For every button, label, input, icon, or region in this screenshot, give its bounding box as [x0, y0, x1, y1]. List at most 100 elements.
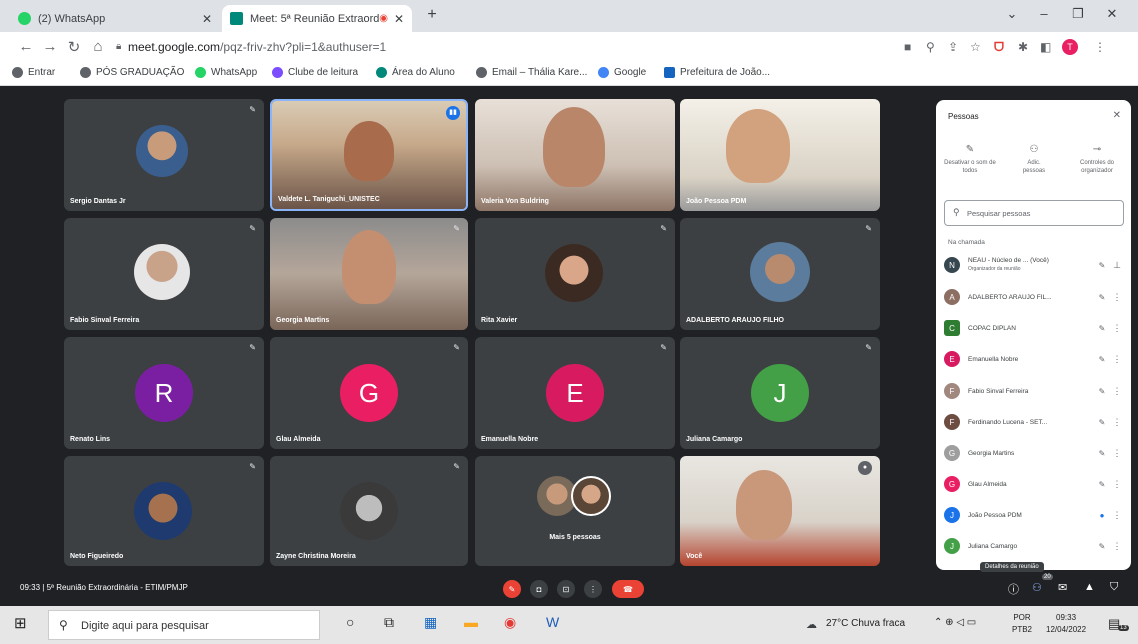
bookmark-item[interactable]: Email – Thália Kare...	[476, 67, 587, 78]
cortana-icon[interactable]: ○	[346, 614, 354, 630]
minimize-button[interactable]: –	[1030, 6, 1058, 21]
person-row[interactable]: J João Pessoa PDM ● ⋮	[944, 502, 1124, 528]
bookmark-item[interactable]: Prefeitura de João...	[664, 67, 770, 78]
zoom-icon[interactable]: ⚲	[926, 40, 935, 54]
participant-tile[interactable]: ✎ Georgia Martins	[270, 218, 468, 330]
bookmark-item[interactable]: PÓS GRADUAÇÃO	[80, 67, 184, 78]
activities-icon[interactable]: ▲	[1084, 581, 1095, 593]
language-indicator[interactable]: POR PTB2	[1012, 612, 1032, 636]
url-field[interactable]: meet.google.com/pqz-friv-zhv?pli=1&authu…	[128, 40, 386, 54]
host-controls-button[interactable]: ⊸ Controles do organizador	[1066, 144, 1128, 175]
participant-tile[interactable]: ✎ Fabio Sinval Ferreira	[64, 218, 264, 330]
person-row[interactable]: J Juliana Camargo ✎ ⋮	[944, 533, 1124, 559]
bookmark-item[interactable]: WhatsApp	[195, 67, 257, 78]
more-options-icon[interactable]: ⋮	[1110, 323, 1124, 334]
more-options-icon[interactable]: ⋮	[1110, 541, 1124, 552]
tab-meet[interactable]: Meet: 5ª Reunião Extraordin ◉ ✕	[222, 5, 412, 32]
participant-tile[interactable]: ▮▮ Valdete L. Taniguchi_UNISTEC	[270, 99, 468, 211]
tab-search-icon[interactable]: ⌄	[998, 6, 1026, 22]
chat-icon[interactable]: ✉	[1058, 581, 1067, 594]
person-row[interactable]: A ADALBERTO ARAUJO FIL... ✎ ⋮	[944, 284, 1124, 310]
person-name: Glau Almeida	[968, 480, 1007, 488]
menu-icon[interactable]: ⋮	[1094, 40, 1106, 54]
info-icon[interactable]: ⓘ	[1008, 581, 1019, 597]
add-people-button[interactable]: ⚇ Adic. pessoas	[1008, 144, 1060, 175]
participant-tile[interactable]: ● Você	[680, 456, 880, 566]
extension-icon[interactable]: ᗜ	[994, 40, 1004, 55]
participant-name: Emanuella Nobre	[481, 436, 539, 443]
person-row[interactable]: G Glau Almeida ✎ ⋮	[944, 471, 1124, 497]
more-options-icon[interactable]: ⋮	[1110, 417, 1124, 428]
participant-tile[interactable]: Valeria Von Buldring	[475, 99, 675, 211]
person-row[interactable]: G Georgia Martins ✎ ⋮	[944, 440, 1124, 466]
person-row[interactable]: F Fabio Sinval Ferreira ✎ ⋮	[944, 378, 1124, 404]
maximize-button[interactable]: ❐	[1064, 6, 1092, 22]
more-options-icon[interactable]: ⋮	[1110, 354, 1124, 365]
participant-tile[interactable]: Mais 5 pessoas	[475, 456, 675, 566]
close-icon[interactable]: ✕	[1113, 110, 1121, 121]
participant-tile[interactable]: João Pessoa PDM	[680, 99, 880, 211]
more-options-icon[interactable]: ⋮	[1110, 479, 1124, 490]
participant-tile[interactable]: ✎ Neto Figueiredo	[64, 456, 264, 566]
mute-all-button[interactable]: ✎ Desativar o som de todos	[942, 144, 998, 175]
participant-tile[interactable]: G ✎ Glau Almeida	[270, 337, 468, 449]
calculator-icon[interactable]: ▦	[424, 614, 437, 631]
avatar: F	[944, 383, 960, 399]
participant-name: Zayne Christina Moreira	[276, 553, 356, 560]
person-row[interactable]: N NEAU - Núcleo de ... (Você) Organizador…	[944, 252, 1124, 278]
participant-tile[interactable]: R ✎ Renato Lins	[64, 337, 264, 449]
tray-icons[interactable]: ⌃ ⊕ ◁ ▭	[934, 617, 976, 628]
participant-tile[interactable]: ✎ Rita Xavier	[475, 218, 675, 330]
participant-tile[interactable]: ✎ ADALBERTO ARAUJO FILHO	[680, 218, 880, 330]
windows-start-icon[interactable]: ⊞	[14, 614, 27, 632]
tab-whatsapp[interactable]: (2) WhatsApp ✕	[10, 5, 220, 32]
bookmark-item[interactable]: Entrar	[12, 67, 55, 78]
participant-tile[interactable]: E ✎ Emanuella Nobre	[475, 337, 675, 449]
chrome-icon[interactable]: ◉	[504, 614, 516, 631]
host-controls-icon[interactable]: ⛉	[1110, 581, 1118, 594]
participant-tile[interactable]: J ✎ Juliana Camargo	[680, 337, 880, 449]
mic-off-icon: ✎	[249, 105, 256, 114]
pin-icon[interactable]: ⊥	[1110, 260, 1124, 271]
camera-toggle-button[interactable]: ◘	[530, 580, 548, 598]
more-options-icon[interactable]: ⋮	[1110, 510, 1124, 521]
more-options-icon[interactable]: ⋮	[1110, 386, 1124, 397]
person-row[interactable]: F Ferdinando Lucena - SET... ✎ ⋮	[944, 409, 1124, 435]
more-options-button[interactable]: ⋮	[584, 580, 602, 598]
search-people-input[interactable]: ⚲ Pesquisar pessoas	[944, 200, 1124, 226]
profile-avatar[interactable]: T	[1062, 39, 1078, 55]
forward-icon[interactable]: →	[40, 38, 60, 55]
leave-call-button[interactable]: ☎	[612, 580, 644, 598]
taskbar-search-input[interactable]: ⚲ Digite aqui para pesquisar	[48, 610, 320, 640]
reload-icon[interactable]: ↻	[64, 38, 84, 56]
bookmark-item[interactable]: Google	[598, 67, 646, 78]
close-icon[interactable]: ✕	[202, 12, 212, 26]
task-view-icon[interactable]: ⧉	[384, 614, 394, 631]
person-row[interactable]: C COPAC DIPLAN ✎ ⋮	[944, 315, 1124, 341]
close-window-button[interactable]: ✕	[1098, 6, 1126, 22]
weather-text[interactable]: 27°C Chuva fraca	[826, 618, 905, 629]
people-icon[interactable]: ⚇	[1032, 581, 1042, 594]
person-row[interactable]: E Emanuella Nobre ✎ ⋮	[944, 346, 1124, 372]
bookmark-item[interactable]: Área do Aluno	[376, 67, 455, 78]
new-tab-button[interactable]: +	[418, 6, 446, 24]
bookmark-item[interactable]: Clube de leitura	[272, 67, 358, 78]
clock[interactable]: 09:33 12/04/2022	[1046, 612, 1086, 636]
file-explorer-icon[interactable]: ▬	[464, 614, 478, 630]
camera-icon[interactable]: ■	[904, 40, 911, 54]
participant-tile[interactable]: ✎ Zayne Christina Moreira	[270, 456, 468, 566]
back-icon[interactable]: ←	[16, 38, 36, 55]
more-options-icon[interactable]: ⋮	[1110, 292, 1124, 303]
word-icon[interactable]: W	[546, 614, 559, 630]
star-icon[interactable]: ☆	[970, 40, 981, 54]
more-options-icon[interactable]: ⋮	[1110, 448, 1124, 459]
puzzle-icon[interactable]: ✱	[1018, 40, 1028, 54]
sidepanel-icon[interactable]: ◧	[1040, 40, 1051, 54]
share-icon[interactable]: ⇪	[948, 40, 958, 54]
participant-tile[interactable]: ✎ Sergio Dantas Jr	[64, 99, 264, 211]
close-icon[interactable]: ✕	[394, 12, 404, 26]
present-button[interactable]: ⊡	[557, 580, 575, 598]
clock-time: 09:33	[1056, 613, 1077, 622]
mic-toggle-button[interactable]: ✎	[503, 580, 521, 598]
home-icon[interactable]: ⌂	[88, 38, 108, 55]
